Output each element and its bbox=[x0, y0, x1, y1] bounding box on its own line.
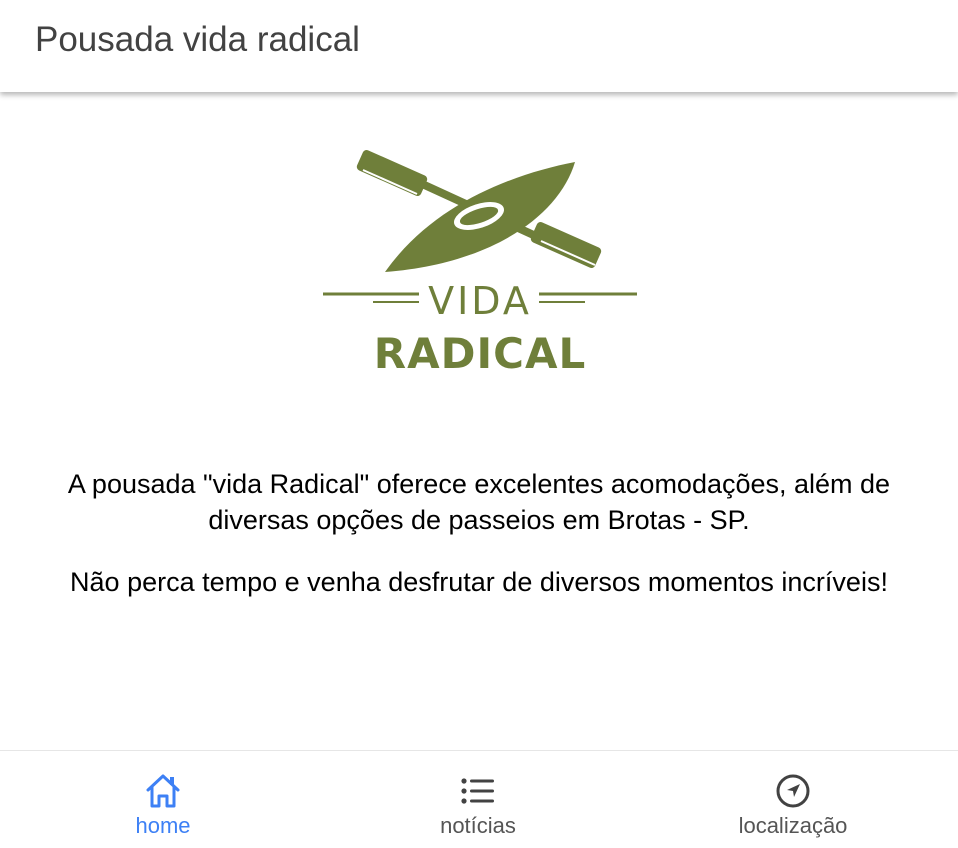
list-icon bbox=[461, 778, 494, 804]
description-paragraph: A pousada "vida Radical" oferece excelen… bbox=[0, 466, 958, 538]
logo-lines-left bbox=[323, 292, 419, 303]
logo-lines-right bbox=[539, 292, 637, 303]
bottom-navigation: home notícias localização bbox=[0, 750, 958, 848]
paddle-blade-right bbox=[530, 221, 602, 269]
invitation-paragraph: Não perca tempo e venha desfrutar de div… bbox=[70, 567, 888, 597]
tab-noticias[interactable]: notícias bbox=[318, 751, 638, 848]
logo-text-radical: RADICAL bbox=[374, 329, 586, 378]
navigation-icon bbox=[776, 774, 810, 808]
tab-home-label: home bbox=[135, 813, 191, 838]
home-icon bbox=[146, 774, 180, 808]
vida-radical-logo: VIDA RADICAL bbox=[313, 104, 647, 432]
main-content: A pousada "vida Radical" oferece excelen… bbox=[0, 466, 958, 600]
description-line-1: A pousada "vida Radical" oferece excelen… bbox=[67, 469, 891, 499]
tab-home[interactable]: home bbox=[3, 751, 323, 848]
description-line-2: diversas opções de passeios em Brotas - … bbox=[208, 505, 750, 535]
kayak-logo-graphic: VIDA RADICAL bbox=[323, 149, 637, 378]
app-header: Pousada vida radical bbox=[0, 0, 958, 92]
tab-localizacao-label: localização bbox=[738, 813, 848, 838]
page-title: Pousada vida radical bbox=[35, 20, 360, 59]
logo-text-vida: VIDA bbox=[428, 279, 532, 323]
paddle-blade-left bbox=[356, 149, 428, 197]
tab-localizacao[interactable]: localização bbox=[633, 751, 953, 848]
tab-noticias-label: notícias bbox=[440, 813, 516, 838]
